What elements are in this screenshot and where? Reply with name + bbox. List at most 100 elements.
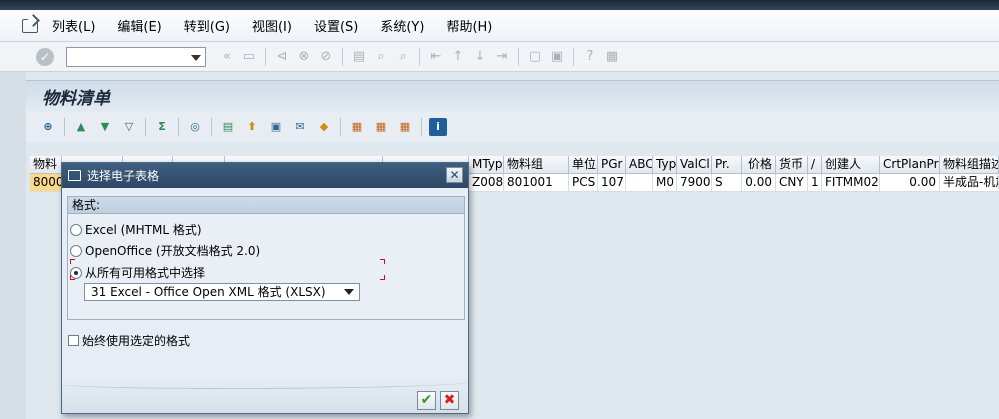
column-header-material-group[interactable]: 物料组 (504, 156, 569, 174)
column-header-currency[interactable]: 货币 (776, 156, 808, 174)
cell-currency[interactable]: CNY (776, 174, 808, 192)
option-openoffice[interactable]: OpenOffice (开放文档格式 2.0) (70, 242, 260, 259)
menu-edit[interactable]: 编辑(E) (117, 16, 161, 35)
back-icon[interactable]: ⊲ (274, 49, 290, 65)
command-field[interactable] (66, 46, 206, 67)
column-header-unit[interactable]: 单位 (569, 156, 598, 174)
cell-crtplanprc[interactable]: 0.00 (880, 174, 940, 192)
cell-slash[interactable]: 1 (808, 174, 822, 192)
column-header-created-by[interactable]: 创建人 (822, 156, 880, 174)
collapse-left-icon[interactable]: « (219, 49, 235, 65)
page-title: 物料清单 (42, 89, 110, 109)
column-header-valcl[interactable]: ValCl (677, 156, 712, 174)
cell-pgr[interactable]: 107 (598, 174, 626, 192)
column-header-pr[interactable]: Pr. (712, 156, 742, 174)
menu-view[interactable]: 视图(I) (252, 16, 292, 35)
print-icon[interactable]: ▤ (351, 49, 367, 65)
abc-analysis-icon[interactable]: ◆ (315, 118, 333, 136)
layout-menu-icon[interactable]: ▦ (604, 49, 620, 65)
menu-exit-icon[interactable] (22, 18, 38, 33)
column-header-mtyp[interactable]: MTyp (469, 156, 504, 174)
toolbar-separator (211, 118, 212, 136)
new-session-icon[interactable]: ▢ (527, 49, 543, 65)
column-header-material-group-desc[interactable]: 物料组描述 (940, 156, 999, 174)
sort-descending-icon[interactable]: ▼ (96, 118, 114, 136)
cell-material-group[interactable]: 801001 (504, 174, 569, 192)
export-icon[interactable]: ▤ (219, 118, 237, 136)
column-header-slash[interactable]: / (808, 156, 822, 174)
cell-typ[interactable]: M0 (653, 174, 677, 192)
find-next-icon[interactable]: ⌕ (395, 49, 411, 65)
option-label: 从所有可用格式中选择 (85, 266, 206, 280)
radio-excel-mhtml[interactable] (70, 223, 82, 236)
previous-page-icon[interactable]: ↑ (450, 49, 466, 65)
cell-material[interactable]: 8000 (30, 174, 62, 192)
chevron-down-icon[interactable] (344, 289, 354, 295)
column-header-crtplanprc[interactable]: CrtPlanPrc (880, 156, 940, 174)
cell-unit[interactable]: PCS (569, 174, 598, 192)
cancel-icon[interactable]: ⊘ (318, 49, 334, 65)
local-file-icon[interactable]: ▣ (267, 118, 285, 136)
sort-ascending-icon[interactable]: ▲ (72, 118, 90, 136)
column-header-pgr[interactable]: PGr (598, 156, 626, 174)
toolbar-separator (573, 47, 574, 66)
cancel-button[interactable]: ✖ (440, 391, 459, 410)
toolbar-separator (64, 118, 65, 136)
cell-price[interactable]: 0.00 (742, 174, 776, 192)
format-select[interactable]: 31 Excel - Office Open XML 格式 (XLSX) (84, 283, 360, 301)
dialog-title: 选择电子表格 (87, 169, 160, 183)
next-page-icon[interactable]: ↓ (472, 49, 488, 65)
save-icon[interactable]: ▭ (241, 49, 257, 65)
format-select-value: 31 Excel - Office Open XML 格式 (XLSX) (91, 285, 326, 299)
always-use-format-checkbox[interactable] (68, 335, 79, 346)
enter-check-icon[interactable]: ✓ (36, 47, 54, 66)
menu-list[interactable]: 列表(L) (52, 16, 95, 35)
menu-help[interactable]: 帮助(H) (446, 16, 492, 35)
select-layout-icon[interactable]: ▦ (372, 118, 390, 136)
title-bar: 物料清单 (26, 80, 999, 112)
last-page-icon[interactable]: ⇥ (494, 49, 510, 65)
dialog-titlebar[interactable]: 选择电子表格 (62, 163, 468, 188)
cell-pr[interactable]: S (712, 174, 742, 192)
column-header-price[interactable]: 价格 (742, 156, 776, 174)
menu-system[interactable]: 系统(Y) (380, 16, 424, 35)
find-icon[interactable]: ⌕ (373, 49, 389, 65)
cell-abc[interactable] (626, 174, 653, 192)
info-icon[interactable]: i (429, 118, 447, 136)
total-icon[interactable]: Σ (153, 118, 171, 136)
option-label: OpenOffice (开放文档格式 2.0) (85, 244, 261, 258)
exit-icon[interactable]: ⊗ (296, 49, 312, 65)
menu-settings[interactable]: 设置(S) (314, 16, 358, 35)
option-label: Excel (MHTML 格式) (85, 223, 202, 237)
print-preview-icon[interactable]: ◎ (186, 118, 204, 136)
toolbar-separator (178, 118, 179, 136)
column-header-abc[interactable]: ABC (626, 156, 653, 174)
send-icon[interactable]: ✉ (291, 118, 309, 136)
word-processing-icon[interactable]: ⬆ (243, 118, 261, 136)
column-header-material[interactable]: 物料 (30, 156, 62, 174)
confirm-button[interactable]: ✔ (417, 391, 436, 410)
cell-valcl[interactable]: 7900 (677, 174, 712, 192)
save-layout-icon[interactable]: ▦ (396, 118, 414, 136)
focus-corner (380, 275, 385, 280)
shortcut-icon[interactable]: ▣ (549, 49, 565, 65)
radio-openoffice[interactable] (70, 244, 82, 257)
chevron-down-icon[interactable] (191, 54, 201, 61)
always-use-format-option[interactable]: 始终使用选定的格式 (68, 332, 190, 349)
cell-created-by[interactable]: FITMM02 (822, 174, 880, 192)
details-icon[interactable]: ⊕ (39, 118, 57, 136)
change-layout-icon[interactable]: ▦ (348, 118, 366, 136)
menu-goto[interactable]: 转到(G) (184, 16, 230, 35)
option-all-formats[interactable]: 从所有可用格式中选择 (70, 264, 205, 281)
cell-mtyp[interactable]: Z008 (469, 174, 504, 192)
help-icon[interactable]: ? (582, 49, 598, 65)
focus-corner (380, 259, 385, 264)
filter-icon[interactable]: ▽ (120, 118, 138, 136)
cell-material-group-desc[interactable]: 半成品-机加 (940, 174, 999, 192)
toolbar-separator (340, 118, 341, 136)
format-group-label: 格式: (68, 197, 464, 214)
first-page-icon[interactable]: ⇤ (428, 49, 444, 65)
dialog-close-button[interactable]: ✕ (446, 167, 463, 183)
option-excel-mhtml[interactable]: Excel (MHTML 格式) (70, 221, 202, 238)
column-header-typ[interactable]: Typ (653, 156, 677, 174)
